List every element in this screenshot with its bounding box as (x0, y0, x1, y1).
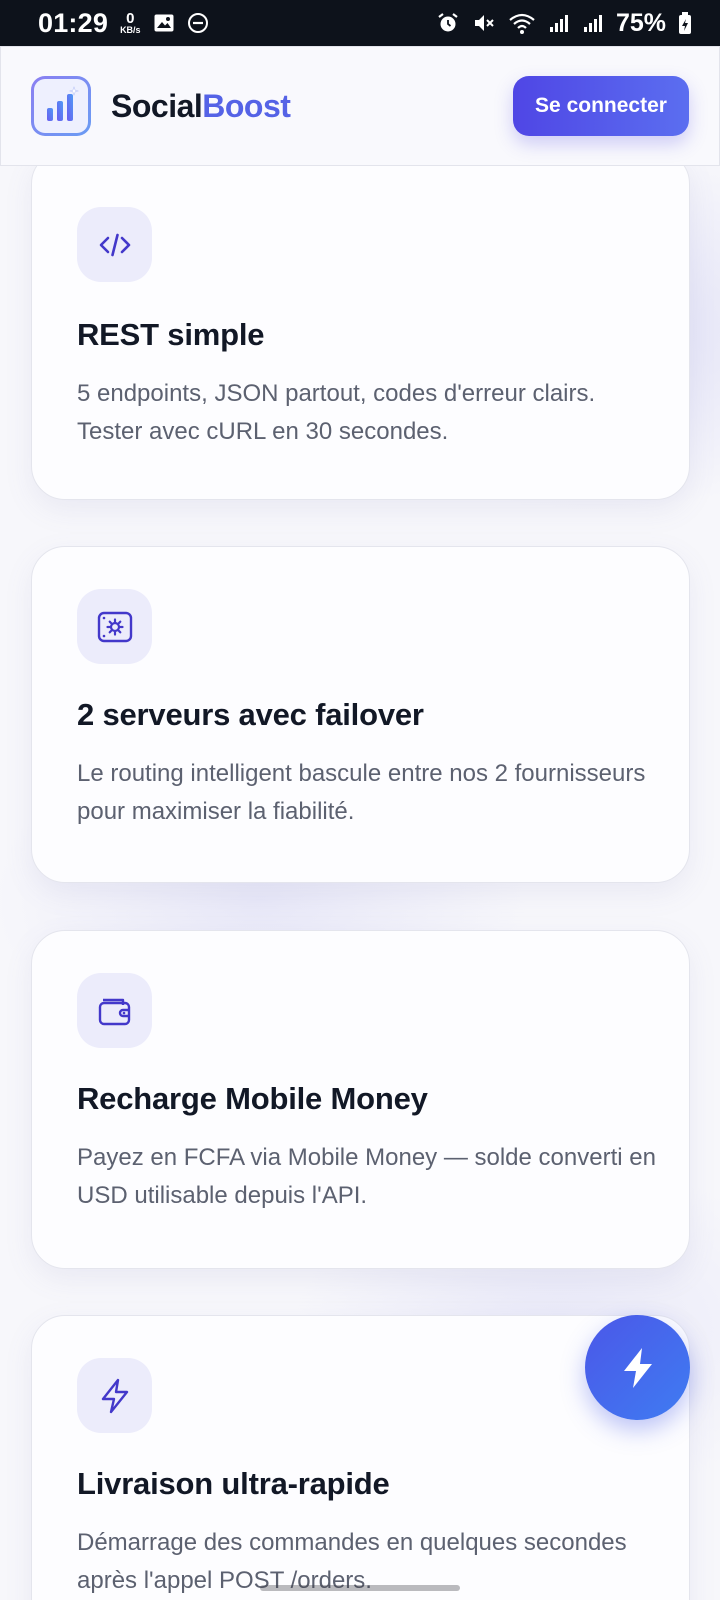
status-time: 01:29 (38, 7, 109, 38)
signal-icon (548, 12, 570, 34)
feature-card-mobile-money: Recharge Mobile Money Payez en FCFA via … (31, 930, 690, 1269)
brand-name-part1: Social (111, 87, 203, 124)
home-indicator[interactable] (260, 1585, 460, 1591)
mute-icon (472, 11, 496, 35)
lightning-icon (77, 1358, 152, 1433)
net-speed-unit: KB/s (120, 25, 141, 35)
do-not-disturb-icon (187, 12, 209, 34)
feature-title: 2 serveurs avec failover (77, 697, 424, 732)
app-header: SocialBoost Se connecter (0, 46, 720, 166)
battery-icon (678, 11, 692, 35)
feature-title: REST simple (77, 317, 265, 352)
status-bar: 01:29 0 KB/s 75% (0, 0, 720, 46)
code-icon (77, 207, 152, 282)
status-right: 75% (436, 9, 692, 38)
server-gear-icon (77, 589, 152, 664)
gallery-icon (153, 12, 175, 34)
wallet-icon (77, 973, 152, 1048)
feature-title: Livraison ultra-rapide (77, 1466, 390, 1501)
net-speed-value: 0 (126, 10, 135, 27)
chart-logo-icon (31, 76, 91, 136)
brand-name: SocialBoost (111, 87, 291, 125)
login-button[interactable]: Se connecter (513, 76, 689, 136)
wifi-icon (508, 11, 536, 35)
brand-name-part2: Boost (202, 87, 291, 124)
feature-title: Recharge Mobile Money (77, 1081, 428, 1116)
quick-action-button[interactable] (585, 1315, 690, 1420)
feature-description: Le routing intelligent bascule entre nos… (77, 760, 646, 825)
signal-icon-2 (582, 12, 604, 34)
feature-description: Payez en FCFA via Mobile Money — solde c… (77, 1144, 656, 1209)
net-speed: 0 KB/s (120, 11, 141, 35)
feature-card-failover: 2 serveurs avec failover Le routing inte… (31, 546, 690, 883)
lightning-bolt-icon (623, 1347, 652, 1388)
feature-card-rest: REST simple 5 endpoints, JSON partout, c… (31, 150, 690, 500)
battery-level: 75% (615, 8, 666, 37)
brand[interactable]: SocialBoost (31, 76, 291, 136)
alarm-icon (436, 11, 460, 35)
feature-description: 5 endpoints, JSON partout, codes d'erreu… (77, 380, 596, 445)
status-left: 01:29 0 KB/s (38, 8, 209, 39)
